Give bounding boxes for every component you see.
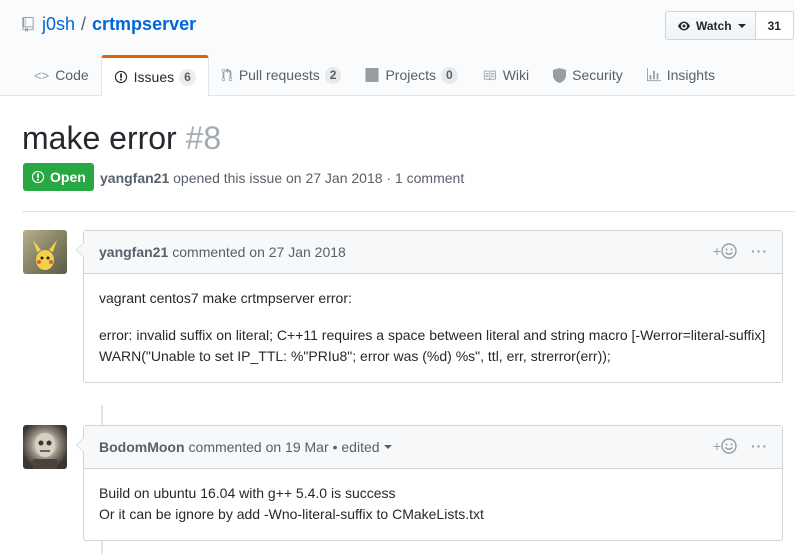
timeline-line bbox=[101, 405, 103, 425]
watch-label: Watch bbox=[696, 18, 732, 33]
repo-separator: / bbox=[81, 14, 87, 34]
comment-paragraph: vagrant centos7 make crtmpserver error: bbox=[99, 290, 352, 306]
repo-icon bbox=[22, 17, 34, 32]
issue-opened-icon bbox=[114, 70, 127, 84]
comment-author-link[interactable]: yangfan21 bbox=[99, 244, 168, 260]
tab-projects-label: Projects bbox=[385, 67, 437, 83]
smiley-icon bbox=[721, 438, 737, 454]
tab-issues[interactable]: Issues 6 bbox=[100, 55, 209, 96]
avatar-image bbox=[33, 240, 57, 270]
issue-meta-text: opened this issue on 27 Jan 2018 · 1 com… bbox=[173, 170, 465, 186]
issue-title: make error #8 bbox=[22, 120, 221, 157]
shield-icon bbox=[553, 67, 567, 83]
edited-label: • edited bbox=[332, 439, 380, 455]
timeline-line bbox=[101, 540, 103, 554]
chevron-down-icon bbox=[383, 445, 392, 449]
tab-security-label: Security bbox=[572, 67, 623, 83]
tab-pull-requests[interactable]: Pull requests 2 bbox=[209, 55, 354, 95]
watch-button[interactable]: Watch bbox=[666, 12, 756, 39]
comment-actions: + ··· bbox=[713, 243, 768, 259]
smiley-icon bbox=[721, 243, 737, 259]
more-options-icon[interactable]: ··· bbox=[751, 243, 768, 259]
comment-paragraph: Or it can be ignore by add -Wno-literal-… bbox=[99, 506, 484, 522]
repo-owner-link[interactable]: j0sh bbox=[42, 14, 75, 35]
plus-icon: + bbox=[712, 438, 721, 454]
comment-actions: + ··· bbox=[713, 438, 768, 454]
issue-author-link[interactable]: yangfan21 bbox=[100, 170, 169, 186]
add-reaction-button[interactable]: + bbox=[713, 243, 737, 259]
tab-security[interactable]: Security bbox=[541, 55, 635, 95]
comment: BodomMoon commented on 19 Mar • edited +… bbox=[76, 425, 783, 541]
eye-icon bbox=[678, 21, 690, 30]
tab-code-label: Code bbox=[55, 67, 89, 83]
graph-icon bbox=[646, 68, 661, 82]
issue-state-badge: Open bbox=[23, 163, 94, 191]
watch-count-link[interactable]: 31 bbox=[756, 12, 793, 39]
tab-insights-label: Insights bbox=[666, 67, 715, 83]
issue-number: #8 bbox=[185, 120, 222, 156]
comment: yangfan21 commented on 27 Jan 2018 + ···… bbox=[76, 230, 783, 383]
avatar[interactable] bbox=[23, 230, 67, 274]
issue-meta: yangfan21 opened this issue on 27 Jan 20… bbox=[100, 170, 464, 186]
comment-timestamp[interactable]: commented on 19 Mar bbox=[189, 439, 329, 455]
issue-state-label: Open bbox=[50, 169, 86, 185]
comment-timestamp[interactable]: commented on 27 Jan 2018 bbox=[172, 244, 346, 260]
avatar[interactable] bbox=[23, 425, 67, 469]
watch-group: Watch 31 bbox=[665, 11, 794, 40]
comment-paragraph: Build on ubuntu 16.04 with g++ 5.4.0 is … bbox=[99, 485, 396, 501]
tab-code[interactable]: <> Code bbox=[22, 55, 101, 95]
tab-issues-counter: 6 bbox=[179, 68, 196, 86]
tab-issues-label: Issues bbox=[133, 69, 175, 85]
comment-header: yangfan21 commented on 27 Jan 2018 + ··· bbox=[84, 231, 782, 274]
comment-body: vagrant centos7 make crtmpserver error: … bbox=[84, 274, 782, 382]
repo-name-link[interactable]: crtmpserver bbox=[92, 14, 196, 35]
comment-paragraph: WARN("Unable to set IP_TTL: %"PRIu8"; er… bbox=[99, 348, 611, 364]
tab-insights[interactable]: Insights bbox=[635, 55, 727, 95]
tab-pull-requests-counter: 2 bbox=[324, 66, 342, 84]
code-icon: <> bbox=[34, 67, 50, 83]
add-reaction-button[interactable]: + bbox=[713, 438, 737, 454]
comment-author-link[interactable]: BodomMoon bbox=[99, 439, 185, 455]
header-divider bbox=[22, 211, 795, 212]
tab-projects[interactable]: Projects 0 bbox=[353, 55, 469, 95]
tab-wiki-label: Wiki bbox=[502, 67, 530, 83]
comment-header: BodomMoon commented on 19 Mar • edited +… bbox=[84, 426, 782, 469]
repo-title: j0sh / crtmpserver bbox=[22, 14, 196, 35]
book-icon bbox=[483, 70, 496, 80]
edited-dropdown[interactable]: • edited bbox=[333, 439, 392, 455]
repo-nav-tabs: <> Code Issues 6 Pull requests 2 Project… bbox=[22, 55, 727, 96]
comment-paragraph: error: invalid suffix on literal; C++11 … bbox=[99, 327, 766, 343]
comment-body: Build on ubuntu 16.04 with g++ 5.4.0 is … bbox=[84, 469, 782, 540]
tab-projects-counter: 0 bbox=[441, 66, 458, 84]
issue-title-text: make error bbox=[22, 120, 177, 156]
avatar-image bbox=[33, 433, 57, 469]
pull-request-icon bbox=[221, 68, 233, 82]
tab-pull-requests-label: Pull requests bbox=[238, 67, 320, 83]
more-options-icon[interactable]: ··· bbox=[751, 438, 768, 454]
plus-icon: + bbox=[712, 243, 721, 259]
issue-opened-icon bbox=[31, 170, 45, 184]
chevron-down-icon bbox=[737, 23, 746, 28]
project-icon bbox=[365, 68, 379, 82]
tab-wiki[interactable]: Wiki bbox=[470, 55, 541, 95]
